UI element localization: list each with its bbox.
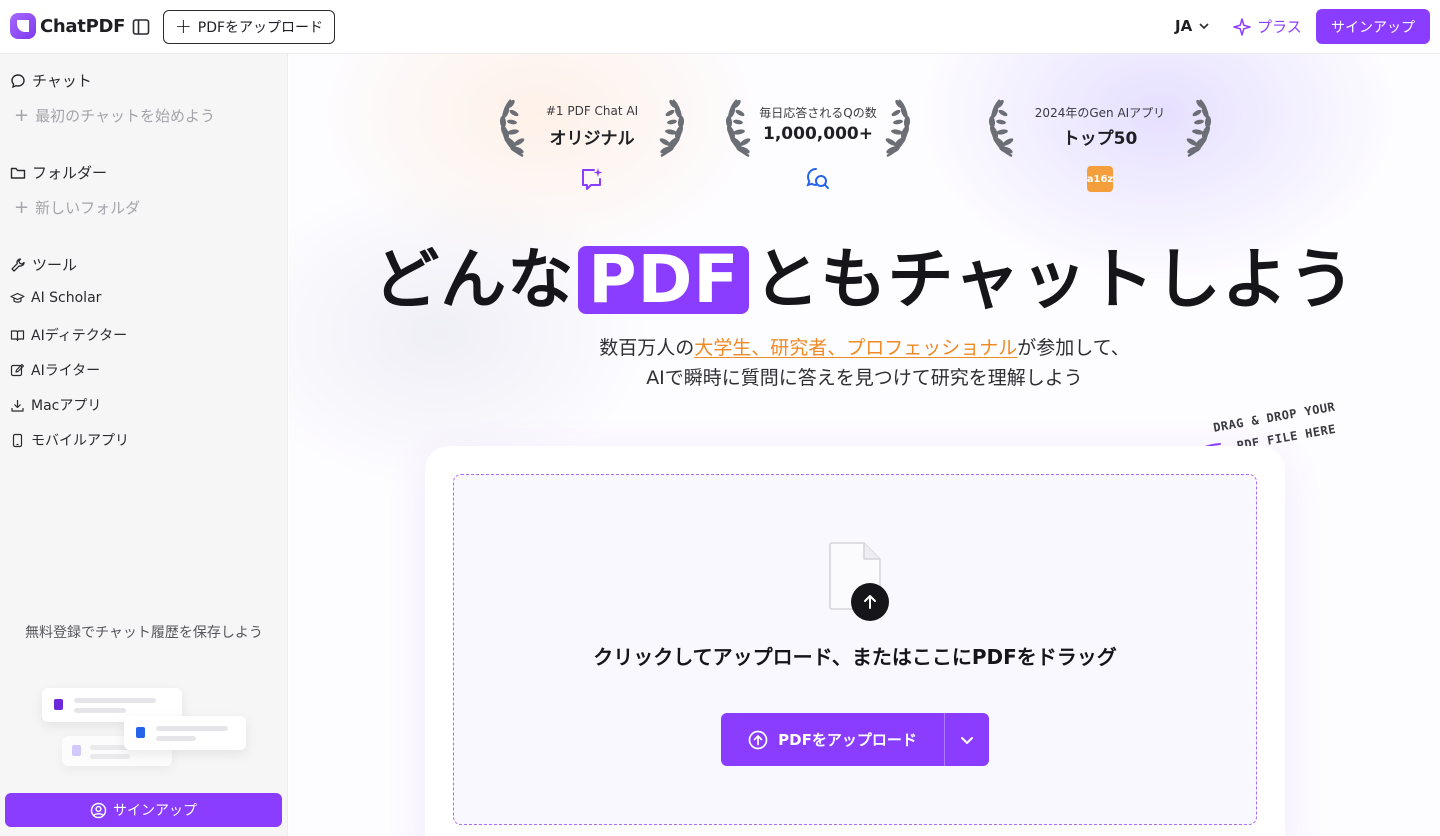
tool-label: Macアプリ <box>31 398 102 414</box>
tool-ai-writer[interactable]: AIライター <box>10 360 100 380</box>
upload-circle-icon <box>748 730 768 749</box>
a16z-badge-text: a16z <box>1086 173 1114 185</box>
award-title: オリジナル <box>549 129 635 149</box>
tool-mac-app[interactable]: Macアプリ <box>10 395 101 415</box>
plus-icon: + <box>175 14 192 38</box>
tools-heading-label: ツール <box>32 256 78 274</box>
chevron-down-icon <box>961 736 973 744</box>
award-caption: 毎日応答されるQの数 <box>759 106 877 120</box>
headline-highlight: PDF <box>578 246 750 314</box>
save-history-note: 無料登録でチャット履歴を保存しよう <box>25 625 263 641</box>
award-title: トップ50 <box>1062 129 1138 149</box>
edit-icon <box>10 363 25 378</box>
upload-pdf-main-button[interactable]: PDFをアップロード <box>721 713 945 766</box>
upload-arrow-icon <box>851 583 889 621</box>
tool-label: AI Scholar <box>31 290 102 306</box>
language-selector[interactable]: JA <box>1175 17 1210 35</box>
sidebar: チャット + 最初のチャットを始めよう フォルダー + 新しいフォルダ ツール … <box>0 54 288 836</box>
award-title: 1,000,000+ <box>763 124 873 144</box>
folder-icon <box>10 167 26 179</box>
language-label: JA <box>1175 17 1193 35</box>
logo-text: ChatPDF <box>40 15 126 37</box>
signup-label: サインアップ <box>113 803 197 819</box>
upload-card: クリックしてアップロード、またはここにPDFをドラッグ PDFをアップロード <box>425 446 1285 836</box>
plus-plan-link[interactable]: プラス <box>1233 16 1302 37</box>
tool-label: AIディテクター <box>31 328 128 344</box>
tool-mobile-app[interactable]: モバイルアプリ <box>10 430 129 450</box>
plus-label: プラス <box>1257 18 1302 36</box>
download-icon <box>10 398 25 413</box>
folder-heading: フォルダー <box>10 162 107 183</box>
new-folder-item[interactable]: + 新しいフォルダ <box>14 197 140 218</box>
top-bar: ChatPDF + PDFをアップロード JA プラス サインアップ <box>0 0 1440 54</box>
chat-heading-label: チャット <box>32 72 92 90</box>
upload-button-label: PDFをアップロード <box>778 731 917 749</box>
award-answers: 毎日応答されるQの数 1,000,000+ <box>723 98 913 198</box>
hero-subline-1: 数百万人の大学生、研究者、プロフェッショナルが参加して、 <box>289 333 1440 363</box>
tool-label: モバイルアプリ <box>31 433 129 449</box>
audience-link[interactable]: 大学生、研究者、プロフェッショナル <box>694 337 1017 359</box>
plus-icon: + <box>14 104 30 126</box>
logo-icon <box>10 13 36 39</box>
pdf-dropzone[interactable]: クリックしてアップロード、またはここにPDFをドラッグ PDFをアップロード <box>453 474 1257 825</box>
search-chat-icon <box>805 166 831 192</box>
a16z-logo-icon: a16z <box>1087 166 1113 192</box>
new-folder-label: 新しいフォルダ <box>35 199 141 217</box>
tool-label: AIライター <box>31 363 101 379</box>
award-caption: #1 PDF Chat AI <box>545 104 639 118</box>
chatpdf-logo[interactable]: ChatPDF <box>10 13 125 39</box>
hero-headline: どんな PDF ともチャットしよう <box>289 242 1440 318</box>
chevron-down-icon <box>1199 23 1209 30</box>
graduation-cap-icon <box>10 291 25 306</box>
award-original: #1 PDF Chat AI オリジナル <box>497 98 687 198</box>
book-open-icon <box>10 328 25 343</box>
headline-part-1: どんな <box>373 241 575 318</box>
user-circle-icon <box>90 802 107 818</box>
main-area: #1 PDF Chat AI オリジナル 毎日応答されるQの数 1,000,00… <box>289 54 1440 836</box>
subline-text: 数百万人の <box>599 337 695 359</box>
smartphone-icon <box>10 433 25 448</box>
upload-options-dropdown[interactable] <box>945 713 989 766</box>
award-caption: 2024年のGen AIアプリ <box>1034 106 1166 120</box>
award-top50: 2024年のGen AIアプリ トップ50 a16z <box>986 98 1214 198</box>
headline-part-2: ともチャットしよう <box>753 241 1356 318</box>
tools-heading: ツール <box>10 254 77 275</box>
sparkle-icon <box>1233 17 1251 36</box>
tool-ai-scholar[interactable]: AI Scholar <box>10 290 101 306</box>
new-chat-label: 最初のチャットを始めよう <box>35 107 215 125</box>
sparkle-chat-icon <box>579 166 605 192</box>
hero-subline-2: AIで瞬時に質問に答えを見つけて研究を理解しよう <box>646 367 1083 389</box>
sidebar-toggle-icon[interactable] <box>130 16 152 38</box>
chat-heading: チャット <box>10 70 92 91</box>
tool-ai-detector[interactable]: AIディテクター <box>10 325 127 345</box>
folder-heading-label: フォルダー <box>32 164 108 182</box>
subline-text: が参加して、 <box>1017 337 1130 359</box>
upload-split-button: PDFをアップロード <box>721 713 989 766</box>
signup-button-sidebar[interactable]: サインアップ <box>5 793 282 827</box>
upload-pdf-button[interactable]: + PDFをアップロード <box>163 10 336 44</box>
wrench-icon <box>11 257 25 272</box>
upload-pdf-label: PDFをアップロード <box>197 20 324 36</box>
signup-button-top[interactable]: サインアップ <box>1316 9 1430 44</box>
dropzone-instruction: クリックしてアップロード、またはここにPDFをドラッグ <box>593 645 1117 669</box>
plus-icon: + <box>14 196 30 218</box>
chat-bubble-icon <box>11 73 25 88</box>
new-chat-item[interactable]: + 最初のチャットを始めよう <box>14 105 215 126</box>
